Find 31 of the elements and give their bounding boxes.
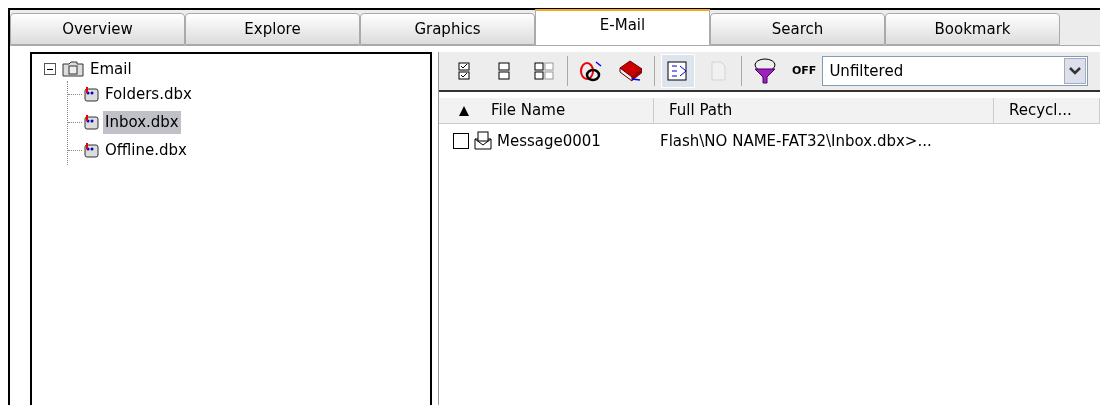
tab[interactable]: E-Mail [535, 9, 710, 45]
envelope-icon [473, 131, 493, 151]
row-checkbox[interactable] [453, 133, 469, 149]
tab[interactable]: Search [710, 13, 885, 45]
column-header[interactable]: Recycl... [994, 98, 1100, 123]
mail-file-icon [82, 85, 100, 104]
page-icon [709, 60, 727, 82]
tree-view-icon [666, 60, 690, 82]
tree-item[interactable]: Email [90, 58, 132, 81]
tree-item[interactable]: Folders.dbx [103, 83, 194, 106]
table-cell-text: Flash\NO NAME-FAT32\Inbox.dbx>... [659, 130, 932, 152]
filter-dropdown[interactable]: Unfiltered [822, 56, 1088, 86]
book-icon [618, 59, 644, 83]
tab[interactable]: Overview [10, 13, 185, 45]
filter-state-label: OFF [792, 62, 817, 79]
check-all-icon [458, 62, 470, 80]
tab[interactable]: Graphics [360, 13, 535, 45]
mail-file-icon [82, 113, 100, 132]
column-header[interactable]: Full Path [654, 98, 994, 123]
sort-ascending-icon [459, 105, 469, 116]
funnel-icon [751, 57, 779, 85]
column-header[interactable]: File Name [439, 98, 654, 123]
empty-boxes-icon [498, 62, 510, 80]
table-cell-text: Message0001 [497, 130, 601, 152]
tree-item[interactable]: Inbox.dbx [103, 111, 181, 134]
collapse-toggle[interactable] [44, 63, 56, 76]
tree-item[interactable]: Offline.dbx [103, 139, 189, 162]
tab[interactable]: Explore [185, 13, 360, 45]
grid-icon [534, 62, 554, 80]
mail-file-icon [82, 141, 100, 160]
tab[interactable]: Bookmark [885, 13, 1060, 45]
